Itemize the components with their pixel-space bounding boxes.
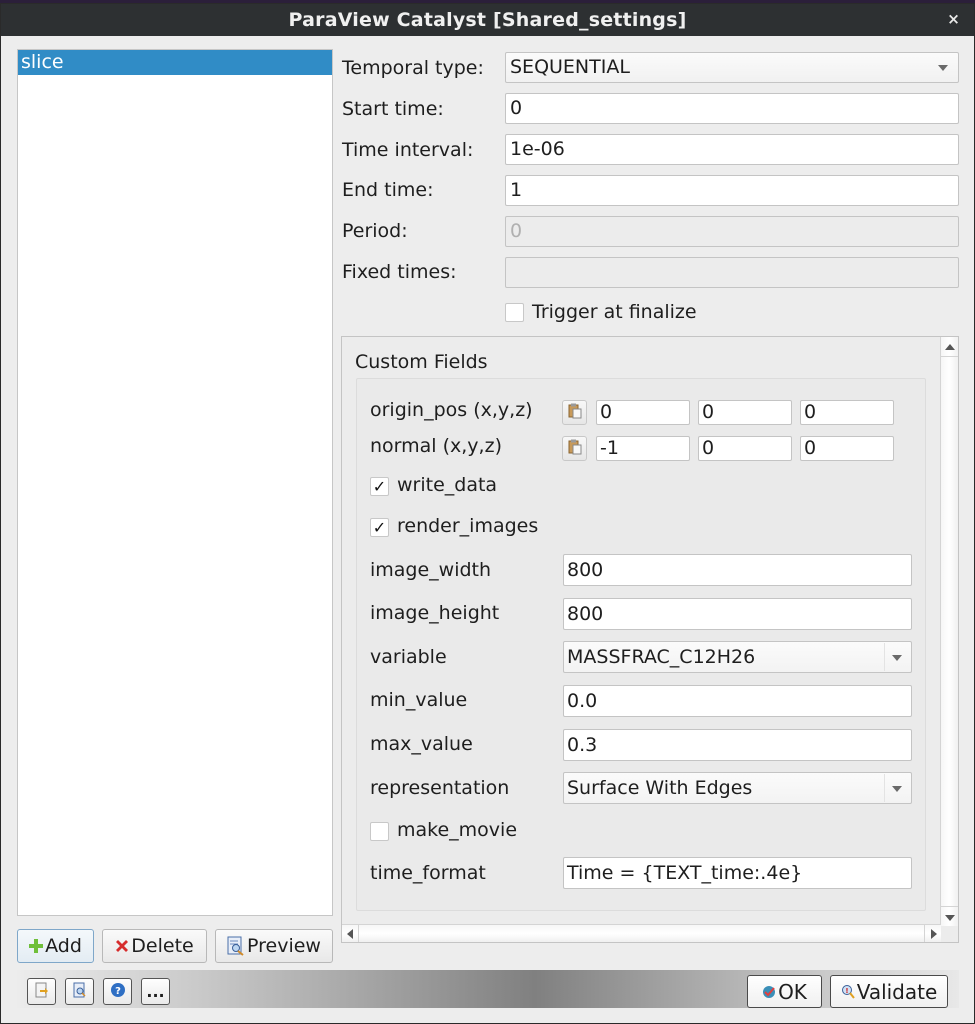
combo-separator <box>884 643 885 671</box>
representation-select[interactable]: Surface With Edges <box>563 772 912 804</box>
image-width-input[interactable]: 800 <box>563 554 912 586</box>
combo-separator <box>884 774 885 802</box>
arrow-right-icon <box>931 929 937 939</box>
add-button[interactable]: Add <box>17 929 94 963</box>
origin-pos-y-input[interactable]: 0 <box>698 400 792 425</box>
representation-label: representation <box>370 777 510 799</box>
make-movie-checkbox[interactable] <box>370 822 389 841</box>
period-label: Period: <box>342 220 408 242</box>
temporal-type-select[interactable]: SEQUENTIAL <box>505 52 959 83</box>
normal-paste-button[interactable] <box>562 436 587 461</box>
ok-label: OK <box>778 979 807 1004</box>
time-interval-label: Time interval: <box>342 139 474 161</box>
period-input: 0 <box>505 216 959 247</box>
representation-value: Surface With Edges <box>567 777 753 799</box>
x-icon <box>115 939 129 953</box>
variable-value: MASSFRAC_C12H26 <box>567 646 756 668</box>
list-item-slice[interactable]: slice <box>18 50 332 75</box>
svg-text:?: ? <box>115 986 121 997</box>
min-value-input[interactable]: 0.0 <box>563 685 912 717</box>
time-format-input[interactable]: Time = {TEXT_time:.4e} <box>563 857 912 889</box>
close-icon[interactable]: × <box>947 10 960 28</box>
temporal-type-value: SEQUENTIAL <box>510 56 630 78</box>
trigger-at-finalize-label: Trigger at finalize <box>532 301 697 323</box>
normal-x-input[interactable]: -1 <box>596 436 690 461</box>
chevron-down-icon <box>892 786 902 792</box>
preview-label: Preview <box>247 935 321 957</box>
delete-button[interactable]: Delete <box>102 929 207 963</box>
origin-pos-z-input[interactable]: 0 <box>800 400 894 425</box>
end-time-label: End time: <box>342 179 434 201</box>
write-data-checkbox[interactable]: ✓ <box>370 477 389 496</box>
variable-label: variable <box>370 646 447 668</box>
image-height-input[interactable]: 800 <box>563 598 912 630</box>
time-format-label: time_format <box>370 862 486 884</box>
max-value-label: max_value <box>370 733 473 755</box>
scroll-right-button[interactable] <box>924 925 941 942</box>
add-label: Add <box>45 935 82 957</box>
origin-pos-label: origin_pos (x,y,z) <box>370 399 533 421</box>
arrow-left-icon <box>347 929 353 939</box>
start-time-input[interactable]: 0 <box>505 93 959 124</box>
custom-fields-group: origin_pos (x,y,z) 0 0 0 normal (x,y,z) … <box>356 378 926 911</box>
normal-y-input[interactable]: 0 <box>698 436 792 461</box>
horizontal-scrollbar[interactable] <box>342 924 941 942</box>
chevron-down-icon <box>892 655 902 661</box>
view-button[interactable] <box>65 978 94 1005</box>
temporal-type-label: Temporal type: <box>342 57 484 79</box>
arrow-up-icon <box>945 344 955 350</box>
export-icon <box>35 982 49 1002</box>
ok-button[interactable]: OK <box>747 975 822 1008</box>
clipboard-icon <box>568 402 582 424</box>
svg-text:!: ! <box>845 987 848 995</box>
more-label: ... <box>146 982 165 1001</box>
normal-label: normal (x,y,z) <box>370 435 502 457</box>
scroll-up-button[interactable] <box>941 337 958 357</box>
min-value-label: min_value <box>370 689 468 711</box>
normal-z-input[interactable]: 0 <box>800 436 894 461</box>
validate-button[interactable]: ! Validate <box>830 975 948 1008</box>
image-width-label: image_width <box>370 559 492 581</box>
fixed-times-label: Fixed times: <box>342 261 457 283</box>
end-time-input[interactable]: 1 <box>505 175 959 206</box>
scroll-down-button[interactable] <box>941 906 958 926</box>
image-height-label: image_height <box>370 602 500 624</box>
origin-pos-paste-button[interactable] <box>562 400 587 425</box>
validate-icon: ! <box>841 984 855 1000</box>
window-title: ParaView Catalyst [Shared_settings] <box>288 9 687 31</box>
dialog-window: ParaView Catalyst [Shared_settings] × sl… <box>0 3 975 1024</box>
render-images-checkbox[interactable]: ✓ <box>370 518 389 537</box>
more-button[interactable]: ... <box>141 978 170 1005</box>
plus-icon <box>29 939 44 953</box>
clipboard-icon <box>568 438 582 460</box>
fixed-times-input <box>505 257 959 288</box>
help-button[interactable]: ? <box>103 978 132 1005</box>
validate-label: Validate <box>856 979 938 1004</box>
delete-label: Delete <box>131 935 194 957</box>
variable-select[interactable]: MASSFRAC_C12H26 <box>563 641 912 673</box>
max-value-input[interactable]: 0.3 <box>563 729 912 761</box>
preview-button[interactable]: Preview <box>215 929 333 963</box>
custom-fields-title: Custom Fields <box>355 351 488 373</box>
start-time-label: Start time: <box>342 98 444 120</box>
write-data-label: write_data <box>397 474 498 496</box>
preview-icon <box>227 936 245 956</box>
custom-fields-scroll-area: Custom Fields origin_pos (x,y,z) 0 0 0 n… <box>341 336 959 943</box>
trigger-at-finalize-checkbox[interactable] <box>505 303 524 322</box>
check-icon <box>762 985 776 999</box>
title-bar: ParaView Catalyst [Shared_settings] × <box>1 4 974 36</box>
help-icon: ? <box>110 982 126 1002</box>
document-search-icon <box>73 982 87 1002</box>
time-interval-input[interactable]: 1e-06 <box>505 134 959 165</box>
origin-pos-x-input[interactable]: 0 <box>596 400 690 425</box>
scroll-left-button[interactable] <box>342 925 359 942</box>
render-images-label: render_images <box>397 515 539 537</box>
pipeline-list[interactable]: slice <box>17 49 333 916</box>
make-movie-label: make_movie <box>397 819 518 841</box>
export-button[interactable] <box>27 978 56 1005</box>
vertical-scrollbar[interactable] <box>940 337 958 926</box>
chevron-down-icon <box>938 65 948 71</box>
arrow-down-icon <box>945 915 955 921</box>
